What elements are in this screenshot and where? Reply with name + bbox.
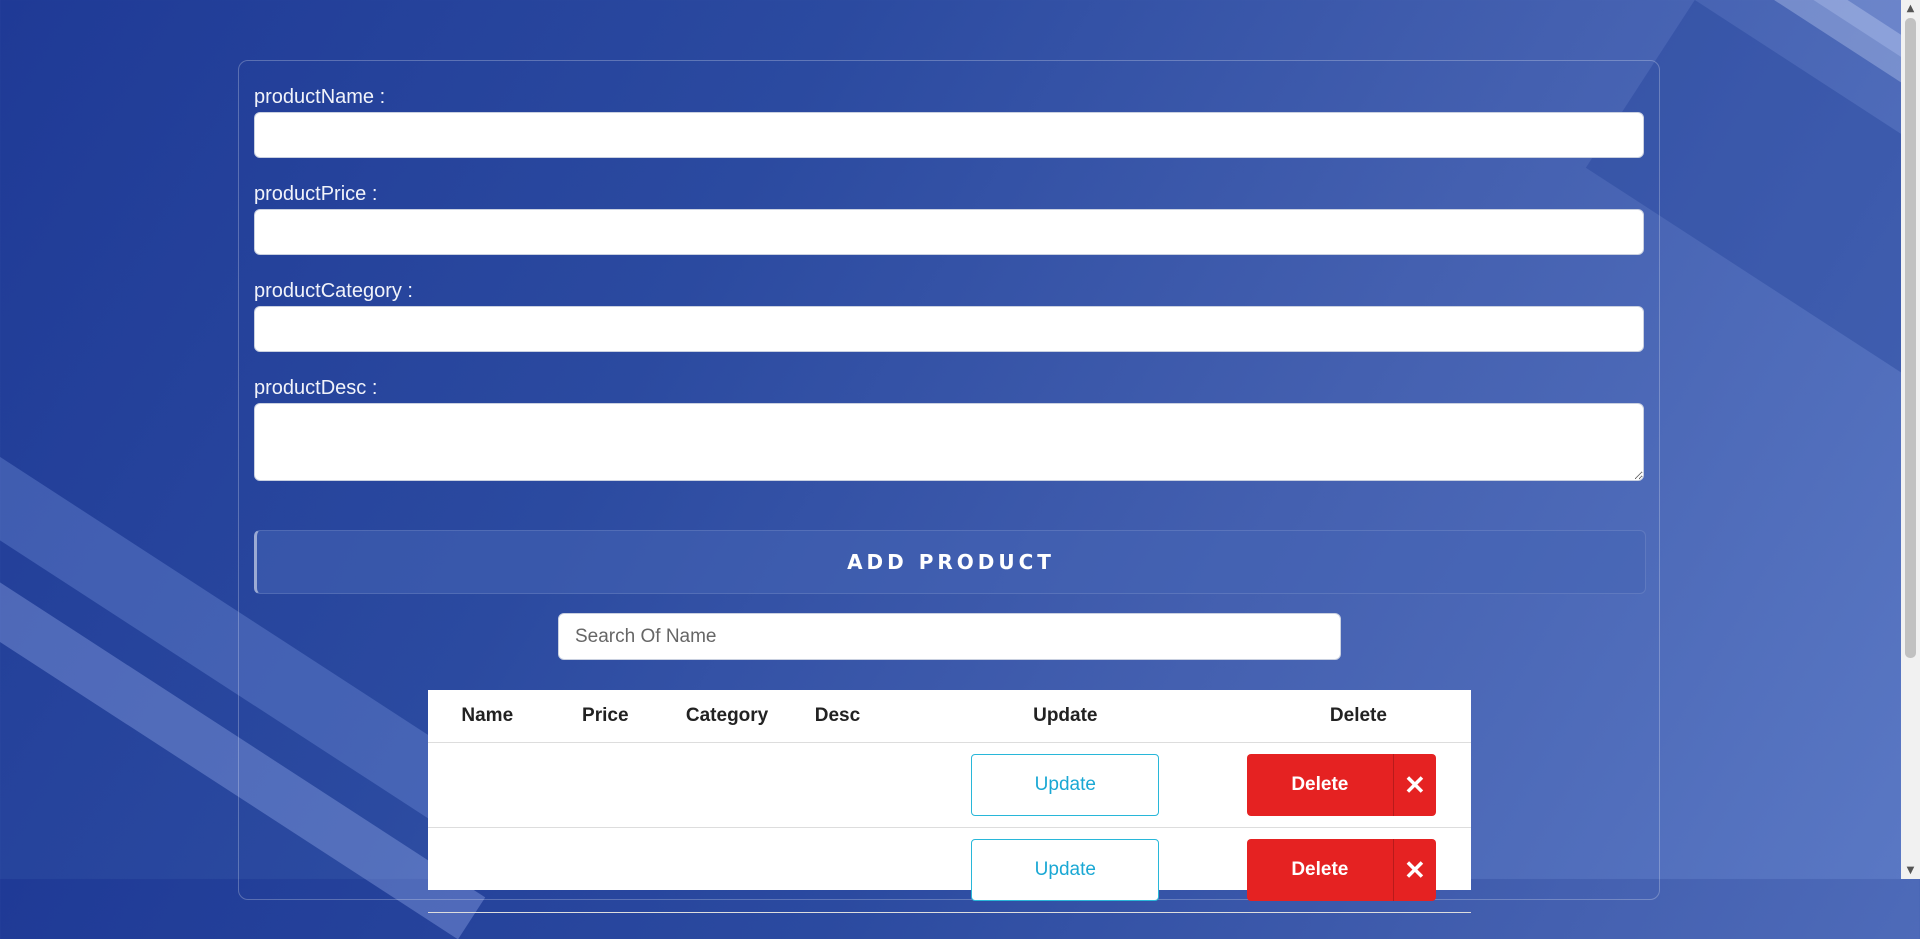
product-price-input[interactable] (254, 209, 1644, 255)
cell-price (546, 742, 664, 828)
cell-delete: Delete ✕ (1245, 827, 1471, 913)
delete-button[interactable]: Delete ✕ (1246, 754, 1436, 816)
product-price-label: productPrice : (254, 183, 378, 205)
product-desc-label: productDesc : (254, 377, 378, 399)
table-row: Update Delete ✕ (428, 827, 1471, 913)
scrollbar-thumb[interactable] (1905, 18, 1916, 658)
scroll-down-icon[interactable]: ▼ (1901, 862, 1920, 879)
product-name-label: productName : (254, 86, 386, 108)
delete-button[interactable]: Delete ✕ (1246, 839, 1436, 901)
add-product-button[interactable]: ADD PRODUCT (254, 530, 1646, 594)
table-header-row: Name Price Category Desc Update Delete (428, 690, 1471, 743)
cell-category (664, 742, 791, 828)
cell-update: Update (884, 827, 1246, 913)
cell-category (664, 827, 791, 913)
search-input[interactable] (558, 613, 1341, 660)
scroll-up-icon[interactable]: ▲ (1901, 0, 1920, 17)
product-name-input[interactable] (254, 112, 1644, 158)
column-header-delete: Delete (1245, 690, 1471, 743)
column-header-name: Name (428, 690, 547, 743)
column-header-update: Update (884, 690, 1246, 743)
column-header-desc: Desc (790, 690, 885, 743)
cell-desc (790, 742, 885, 828)
cell-desc (790, 827, 885, 913)
cell-price (546, 827, 664, 913)
product-category-label: productCategory : (254, 280, 413, 302)
products-table: Name Price Category Desc Update Delete U… (428, 690, 1471, 913)
cell-update: Update (884, 742, 1246, 828)
product-desc-textarea[interactable] (254, 403, 1644, 481)
vertical-scrollbar[interactable]: ▲ ▼ (1901, 0, 1920, 879)
delete-button-label: Delete (1291, 774, 1349, 795)
column-header-category: Category (664, 690, 791, 743)
cell-name (428, 742, 547, 828)
update-button[interactable]: Update (971, 839, 1160, 901)
update-button[interactable]: Update (971, 754, 1160, 816)
close-icon: ✕ (1392, 754, 1436, 816)
delete-button-label: Delete (1291, 859, 1349, 880)
column-header-price: Price (546, 690, 664, 743)
close-icon: ✕ (1392, 839, 1436, 901)
cell-name (428, 827, 547, 913)
table-row: Update Delete ✕ (428, 742, 1471, 828)
product-category-input[interactable] (254, 306, 1644, 352)
cell-delete: Delete ✕ (1245, 742, 1471, 828)
